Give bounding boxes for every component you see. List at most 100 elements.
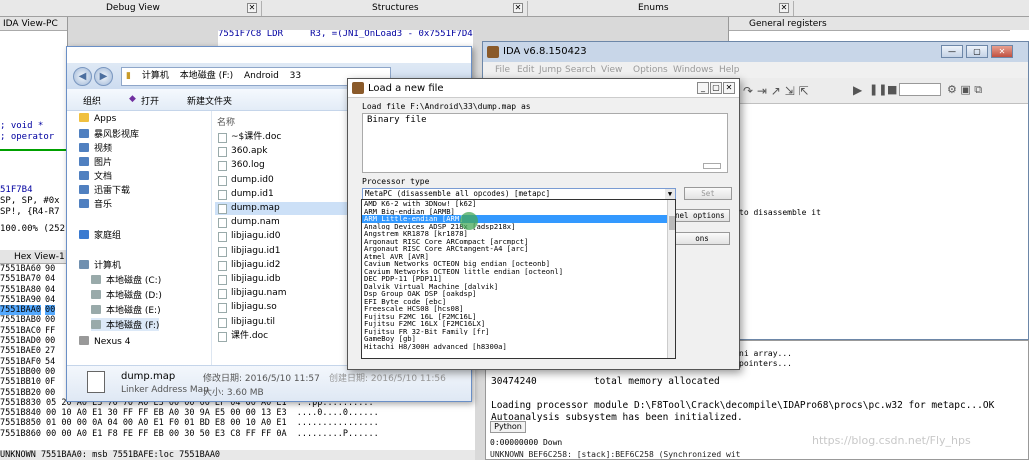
close-icon[interactable]: ✕ — [779, 3, 789, 13]
breadcrumb-item[interactable]: 33 — [290, 71, 301, 81]
nav-item[interactable]: 本地磁盘 (D:) — [91, 288, 162, 301]
file-name: ~$课件.doc — [231, 132, 282, 142]
file-item[interactable]: 360.log — [215, 159, 349, 172]
breadcrumb-item[interactable]: Android — [244, 71, 279, 81]
nav-item[interactable]: 图片 — [79, 155, 112, 168]
close-button[interactable]: ✕ — [991, 45, 1013, 58]
processor-option[interactable]: Fujitsu F2MC 16L [F2MC16L] — [362, 313, 675, 321]
pause-icon[interactable]: ❚❚ — [869, 83, 887, 96]
nav-item[interactable]: 计算机 — [79, 258, 121, 271]
processor-option[interactable]: Dalvik Virtual Machine [dalvik] — [362, 283, 675, 291]
minimize-button[interactable]: — — [941, 45, 963, 58]
chevron-down-icon[interactable]: ▼ — [665, 189, 675, 199]
menu-item-windows[interactable]: Windows — [673, 62, 713, 78]
nav-item[interactable]: 家庭组 — [79, 228, 121, 241]
list-item[interactable]: Binary file — [363, 114, 727, 127]
file-item[interactable]: dump.id0 — [215, 174, 349, 187]
scrollbar-thumb[interactable] — [669, 216, 675, 230]
nav-item[interactable]: Nexus 4 — [79, 336, 130, 347]
close-icon[interactable]: ✕ — [513, 3, 523, 13]
attach-icon[interactable]: ⚙ ▣ ⧉ — [947, 83, 982, 97]
debug-tool-icons[interactable]: ↷ ⇥ ↗ ⇲ ⇱ — [743, 84, 809, 98]
menu-item-edit[interactable]: Edit — [517, 62, 534, 78]
processor-option[interactable]: Fujitsu F2MC 16LX [F2MC16LX] — [362, 320, 675, 328]
back-arrow-icon[interactable]: ◀ — [73, 67, 92, 86]
processor-option[interactable]: Dsp Group OAK DSP [oakdsp] — [362, 290, 675, 298]
organize-button[interactable]: 组织 — [83, 94, 101, 107]
file-item[interactable]: dump.nam — [215, 216, 349, 229]
nav-item[interactable]: 文档 — [79, 169, 112, 182]
python-button[interactable]: Python — [490, 421, 526, 433]
kernel-options-2-button[interactable]: nel options 2 — [674, 209, 730, 222]
new-folder-button[interactable]: 新建文件夹 — [187, 94, 232, 107]
processor-option[interactable]: Hitachi H8/300H advanced [h8300a] — [362, 343, 675, 351]
processor-option[interactable]: ARM Big-endian [ARMB] — [362, 208, 675, 216]
processor-option[interactable]: EFI Byte code [ebc] — [362, 298, 675, 306]
file-icon — [87, 371, 105, 393]
processor-option[interactable]: Angstrem KR1878 [kr1878] — [362, 230, 675, 238]
file-item[interactable]: libjiagu.til — [215, 316, 349, 329]
stop-icon[interactable]: ■ — [887, 83, 897, 96]
processor-option[interactable]: Cavium Networks OCTEON big endian [octeo… — [362, 260, 675, 268]
processor-option[interactable]: AMD K6-2 with 3DNow! [k62] — [362, 200, 675, 208]
hex-row[interactable]: 7551B860 00 00 A0 E1 F8 FE FF EB 00 30 5… — [0, 429, 475, 439]
forward-arrow-icon[interactable]: ▶ — [94, 67, 113, 86]
menu-item-file[interactable]: File — [495, 62, 510, 78]
file-item[interactable]: libjiagu.so — [215, 301, 349, 314]
processor-option[interactable]: Fujitsu FR 32-Bit Family [fr] — [362, 328, 675, 336]
menu-item-jump[interactable]: Jump — [539, 62, 562, 78]
hex-row[interactable]: 7551B850 01 00 00 0A 04 00 A0 E1 F0 01 B… — [0, 418, 475, 428]
menu-item-view[interactable]: View — [601, 62, 622, 78]
hex-row[interactable]: 7551B840 00 10 A0 E1 30 FF FF EB A0 30 9… — [0, 408, 475, 418]
breadcrumb-item[interactable]: 本地磁盘 (F:) — [180, 71, 233, 81]
processor-option[interactable]: ARM Little-endian [ARM] — [362, 215, 675, 223]
tab-enums[interactable]: Enums ✕ — [532, 1, 794, 16]
debugger-select[interactable] — [899, 83, 941, 96]
menu-item-help[interactable]: Help — [719, 62, 740, 78]
nav-item[interactable]: 视频 — [79, 141, 112, 154]
file-item[interactable]: 360.apk — [215, 145, 349, 158]
file-item[interactable]: libjiagu.nam — [215, 287, 349, 300]
processor-option[interactable]: GameBoy [gb] — [362, 335, 675, 343]
processor-option[interactable]: Argonaut RISC Core ARCompact [arcmpct] — [362, 238, 675, 246]
processor-option[interactable]: Analog Devices ADSP 218x [adsp218x] — [362, 223, 675, 231]
file-type-list[interactable]: Binary file — [362, 113, 728, 173]
processor-options-button[interactable]: ons — [674, 232, 730, 245]
column-header-name[interactable]: 名称 — [217, 115, 235, 128]
file-item[interactable]: libjiagu.id0 — [215, 230, 349, 243]
file-item[interactable]: libjiagu.idb — [215, 273, 349, 286]
tab-debug-view[interactable]: Debug View ✕ — [0, 1, 262, 16]
breadcrumb-item[interactable]: 计算机 — [142, 71, 169, 81]
nav-item[interactable]: 音乐 — [79, 197, 112, 210]
file-item[interactable]: 课件.doc — [215, 330, 349, 343]
open-button[interactable]: 打开 — [141, 94, 159, 107]
file-item[interactable]: dump.id1 — [215, 188, 349, 201]
processor-option[interactable]: Cavium Networks OCTEON little endian [oc… — [362, 268, 675, 276]
tab-structures[interactable]: Structures ✕ — [266, 1, 528, 16]
nav-item[interactable]: 迅雷下载 — [79, 183, 130, 196]
menu-item-search[interactable]: Search — [565, 62, 596, 78]
file-item[interactable]: libjiagu.id1 — [215, 245, 349, 258]
processor-option[interactable]: Atmel AVR [AVR] — [362, 253, 675, 261]
set-button[interactable]: Set — [684, 187, 732, 200]
nav-item[interactable]: 暴风影视库 — [79, 127, 139, 140]
nav-item[interactable]: 本地磁盘 (C:) — [91, 273, 161, 286]
close-icon[interactable]: ✕ — [723, 82, 735, 94]
processor-option[interactable]: Freescale HCS08 [hcs08] — [362, 305, 675, 313]
processor-option[interactable]: Argonaut RISC Core ARCtangent-A4 [arc] — [362, 245, 675, 253]
processor-dropdown-list[interactable]: AMD K6-2 with 3DNow! [k62] ARM Big-endian… — [361, 199, 676, 359]
maximize-button[interactable]: ▢ — [966, 45, 988, 58]
nav-item[interactable]: 本地磁盘 (F:) — [91, 318, 160, 331]
play-icon[interactable]: ▶ — [853, 83, 862, 97]
minimize-icon[interactable]: _ — [697, 82, 709, 94]
close-icon[interactable]: ✕ — [247, 3, 257, 13]
scrollbar[interactable] — [667, 200, 675, 358]
maximize-icon[interactable]: ▢ — [710, 82, 722, 94]
nav-item[interactable]: Apps — [79, 113, 116, 124]
file-item[interactable]: libjiagu.id2 — [215, 259, 349, 272]
file-item[interactable]: dump.map — [215, 202, 349, 215]
file-item[interactable]: ~$课件.doc — [215, 131, 349, 144]
nav-item[interactable]: 本地磁盘 (E:) — [91, 303, 161, 316]
processor-option[interactable]: DEC PDP-11 [PDP11] — [362, 275, 675, 283]
menu-item-options[interactable]: Options — [633, 62, 668, 78]
